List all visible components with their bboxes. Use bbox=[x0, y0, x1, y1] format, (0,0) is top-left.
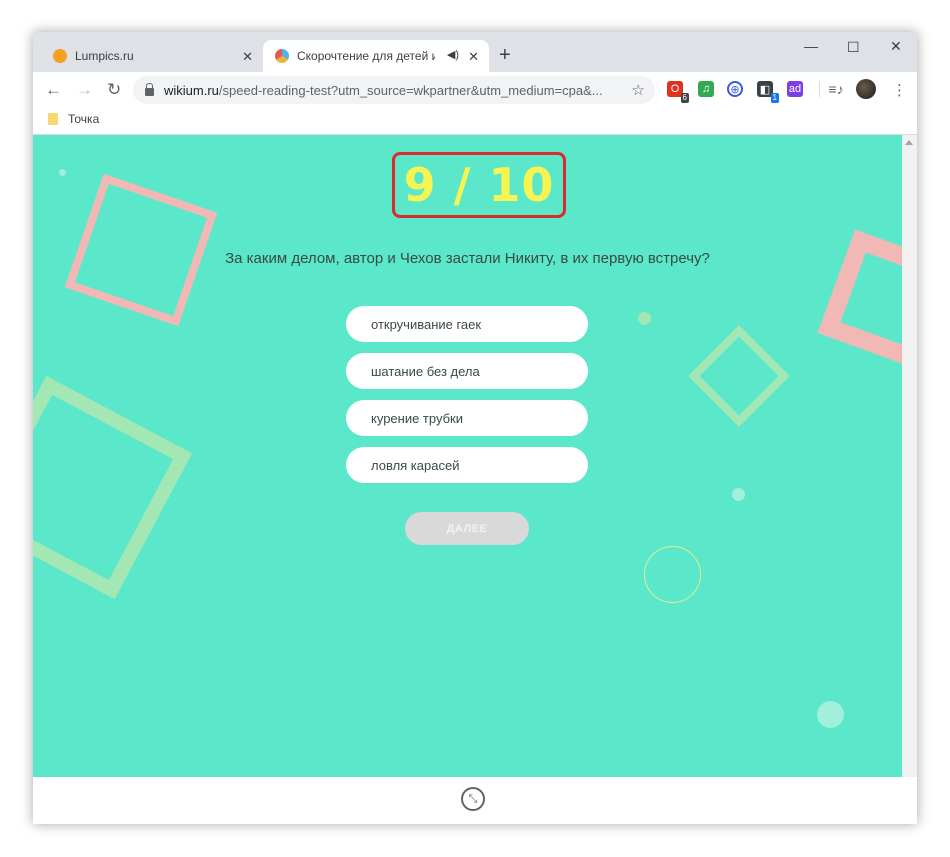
decor-dot bbox=[817, 701, 844, 728]
decor-dot bbox=[59, 169, 66, 176]
browser-toolbar: ← → ↻ wikium.ru/speed-reading-test?utm_s… bbox=[33, 72, 917, 108]
url-path: /speed-reading-test?utm_source=wkpartner… bbox=[218, 82, 603, 98]
page-footer: ⤡ bbox=[33, 777, 917, 824]
bookmarks-bar: Точка bbox=[33, 108, 917, 135]
answer-option[interactable]: курение трубки bbox=[346, 400, 588, 436]
window-close-icon[interactable]: ✕ bbox=[890, 38, 902, 55]
close-icon[interactable]: ✕ bbox=[468, 49, 479, 65]
answer-option[interactable]: шатание без дела bbox=[346, 353, 588, 389]
folder-icon bbox=[48, 113, 58, 125]
lumpics-favicon-icon bbox=[53, 49, 67, 63]
maximize-icon[interactable]: ☐ bbox=[847, 39, 860, 56]
cube-extension-icon[interactable]: ◧ 1 bbox=[757, 81, 779, 103]
lock-icon[interactable] bbox=[145, 83, 154, 96]
url-domain: wikium.ru bbox=[164, 82, 219, 98]
scroll-up-arrow-icon[interactable] bbox=[905, 140, 913, 145]
extension-badge: 1 bbox=[770, 93, 779, 103]
tab-wikium[interactable]: Скорочтение для детей и взрослых ◀) ✕ bbox=[263, 40, 489, 72]
wikium-favicon-icon bbox=[275, 49, 289, 63]
reload-icon[interactable]: ↻ bbox=[107, 80, 121, 100]
bookmark-item[interactable]: Точка bbox=[48, 112, 99, 126]
decor-dot bbox=[638, 312, 651, 325]
opera-extension-icon[interactable]: O6 bbox=[667, 81, 689, 103]
avatar[interactable] bbox=[856, 79, 876, 99]
speaker-icon[interactable]: ◀) bbox=[447, 48, 459, 61]
question-counter: 9 / 10 bbox=[392, 152, 566, 218]
tab-lumpics[interactable]: Lumpics.ru ✕ bbox=[41, 40, 263, 72]
url-text[interactable]: wikium.ru/speed-reading-test?utm_source=… bbox=[164, 83, 624, 98]
music-extension-icon[interactable]: ♫ bbox=[698, 81, 714, 97]
decor-dot bbox=[732, 488, 745, 501]
decor-diamond bbox=[688, 325, 790, 427]
menu-kebab-icon[interactable]: ⋮ bbox=[892, 81, 907, 99]
decor-square bbox=[33, 375, 193, 600]
minimize-icon[interactable]: — bbox=[804, 38, 818, 54]
vertical-scrollbar[interactable] bbox=[902, 135, 917, 777]
toolbar-divider bbox=[819, 81, 820, 97]
decor-circle bbox=[644, 546, 701, 603]
bookmark-label: Точка bbox=[68, 112, 100, 126]
next-button[interactable]: ДАЛЕЕ bbox=[405, 512, 529, 545]
browser-window: Lumpics.ru ✕ Скорочтение для детей и взр… bbox=[33, 32, 917, 824]
bookmark-star-icon[interactable]: ☆ bbox=[632, 81, 645, 99]
question-text: За каким делом, автор и Чехов застали Ни… bbox=[225, 250, 710, 267]
ad-extension-icon[interactable]: ad bbox=[787, 81, 803, 97]
answer-option[interactable]: ловля карасей bbox=[346, 447, 588, 483]
quiz-page: 9 / 10 За каким делом, автор и Чехов зас… bbox=[33, 135, 902, 777]
new-tab-button[interactable]: + bbox=[499, 44, 511, 67]
extension-badge: 6 bbox=[680, 93, 689, 103]
tab-title: Lumpics.ru bbox=[75, 49, 134, 63]
tab-strip: Lumpics.ru ✕ Скорочтение для детей и взр… bbox=[33, 32, 917, 72]
media-control-icon[interactable]: ≡♪ bbox=[828, 81, 844, 97]
address-bar[interactable]: wikium.ru/speed-reading-test?utm_source=… bbox=[133, 76, 655, 104]
exit-fullscreen-icon[interactable]: ⤡ bbox=[461, 787, 485, 811]
back-arrow-icon[interactable]: ← bbox=[45, 80, 62, 100]
forward-arrow-icon[interactable]: → bbox=[76, 80, 93, 100]
tab-title: Скорочтение для детей и взрослых bbox=[297, 49, 435, 63]
close-icon[interactable]: ✕ bbox=[242, 49, 253, 65]
answer-option[interactable]: откручивание гаек bbox=[346, 306, 588, 342]
vpn-globe-extension-icon[interactable]: ⊕ bbox=[727, 81, 743, 97]
